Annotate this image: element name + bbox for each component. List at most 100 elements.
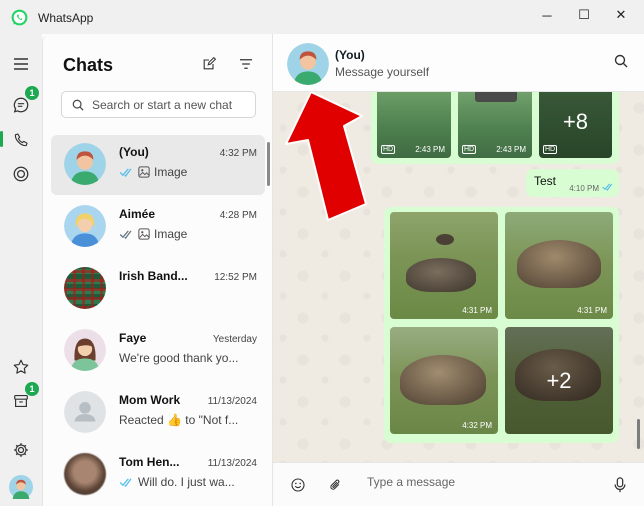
chats-unread-badge: 1 <box>25 86 39 100</box>
photo-album-bubble[interactable]: 4:31 PM 4:31 PM 4:32 PM +2 <box>384 207 619 443</box>
starred-nav-button[interactable] <box>6 352 36 382</box>
chat-preview-text: Will do. I just wa... <box>138 475 235 489</box>
chat-name: Mom Work <box>119 393 181 407</box>
chat-item-you[interactable]: (You) 4:32 PM Image <box>51 135 265 195</box>
left-rail: 1 1 <box>0 34 42 506</box>
chat-name: Aimée <box>119 207 156 221</box>
filter-button[interactable] <box>235 53 257 75</box>
double-check-icon <box>119 229 132 239</box>
calls-nav-button[interactable] <box>6 125 36 155</box>
tortoise-shape <box>406 258 476 292</box>
search-icon <box>72 99 84 111</box>
starred-icon <box>13 359 29 374</box>
chat-preview-text: We're good thank yo... <box>119 351 239 365</box>
message-composer <box>273 462 644 506</box>
album-photo[interactable]: HD 2:43 PM <box>458 86 532 158</box>
mic-icon <box>614 477 626 493</box>
album-photo-more[interactable]: +2 <box>505 327 613 434</box>
chat-preview: Will do. I just wa... <box>119 475 235 489</box>
album-bubble-top[interactable]: HD 2:43 PM HD 2:43 PM +8 HD <box>371 86 619 164</box>
conversation-header[interactable]: (You) Message yourself <box>273 34 644 92</box>
avatar <box>9 475 33 499</box>
chats-heading: Chats <box>63 55 114 75</box>
archived-nav-button[interactable]: 1 <box>6 382 39 416</box>
settings-nav-button[interactable] <box>6 435 36 465</box>
close-button[interactable]: ✕ <box>598 0 644 30</box>
attach-button[interactable] <box>325 475 345 495</box>
avatar[interactable] <box>287 43 329 85</box>
menu-button[interactable] <box>6 49 36 79</box>
contact-name: (You) <box>335 48 365 62</box>
chat-name: (You) <box>119 145 149 159</box>
text-message-bubble[interactable]: Test 4:10 PM <box>526 169 619 197</box>
album-photo[interactable]: 4:31 PM <box>505 212 613 319</box>
chat-time: 4:28 PM <box>219 210 257 221</box>
chat-time: 4:32 PM <box>219 148 257 159</box>
chat-list-scrollbar[interactable] <box>267 142 270 186</box>
avatar <box>64 205 106 247</box>
chat-name: Tom Hen... <box>119 455 180 469</box>
chat-preview-text: Image <box>154 227 188 241</box>
contact-subtitle: Message yourself <box>335 65 430 79</box>
chat-item-tom[interactable]: Tom Hen... 11/13/2024 Will do. I just wa… <box>51 445 265 505</box>
hd-badge: HD <box>543 145 558 154</box>
chat-item-aimee[interactable]: Aimée 4:28 PM Image <box>51 197 265 257</box>
chat-name: Irish Band... <box>119 269 188 283</box>
hd-badge: HD <box>381 145 396 154</box>
chat-item-faye[interactable]: Faye Yesterday We're good thank yo... <box>51 321 265 381</box>
chat-preview: Image <box>119 227 187 241</box>
title-bar: WhatsApp ─ ☐ ✕ <box>0 0 644 34</box>
album-photo[interactable]: HD 2:43 PM <box>377 86 451 158</box>
new-chat-icon <box>203 56 217 70</box>
chat-preview-text: Reacted 👍 to "Not f... <box>119 413 239 427</box>
voice-message-button[interactable] <box>610 475 630 495</box>
chat-preview-text: Image <box>154 165 188 179</box>
menu-icon <box>14 58 28 70</box>
calls-icon <box>14 133 28 147</box>
search-box[interactable] <box>61 91 256 118</box>
search-input[interactable] <box>92 97 252 112</box>
chats-nav-button[interactable]: 1 <box>6 86 39 120</box>
more-photos-count: +2 <box>505 327 613 434</box>
avatar <box>64 329 106 371</box>
message-time: 4:10 PM <box>569 184 599 193</box>
archived-unread-badge: 1 <box>25 382 39 396</box>
app-title: WhatsApp <box>38 11 94 25</box>
avatar <box>64 143 106 185</box>
chat-preview: Reacted 👍 to "Not f... <box>119 413 238 427</box>
album-photo[interactable]: 4:31 PM <box>390 212 498 319</box>
attach-icon <box>329 479 339 490</box>
photo-timestamp: 4:32 PM <box>462 421 492 430</box>
chat-time: 12:52 PM <box>214 272 257 283</box>
double-check-icon <box>119 477 132 487</box>
whatsapp-logo-icon <box>11 9 28 26</box>
search-icon[interactable] <box>614 54 628 68</box>
chat-item-irish-band[interactable]: Irish Band... 12:52 PM <box>51 259 265 319</box>
filter-icon <box>240 59 252 69</box>
message-input[interactable] <box>367 475 587 489</box>
image-icon <box>138 228 150 240</box>
emoji-icon <box>291 478 305 492</box>
image-icon <box>138 166 150 178</box>
status-nav-button[interactable] <box>6 159 36 189</box>
chat-list-panel: Chats (You) 4:32 PM Image Aimée 4:28 PM <box>42 34 273 506</box>
album-photo[interactable]: 4:32 PM <box>390 327 498 434</box>
double-check-icon <box>602 183 613 191</box>
chat-preview: We're good thank yo... <box>119 351 238 365</box>
emoji-button[interactable] <box>288 475 308 495</box>
tortoise-shape <box>517 240 601 288</box>
album-photo-more[interactable]: +8 HD <box>539 86 612 158</box>
avatar <box>64 267 106 309</box>
double-check-icon <box>119 167 132 177</box>
chat-time: 11/13/2024 <box>207 458 257 469</box>
photo-timestamp: 2:43 PM <box>415 145 445 154</box>
tortoise-shape <box>436 234 454 245</box>
chat-item-mom-work[interactable]: Mom Work 11/13/2024 Reacted 👍 to "Not f.… <box>51 383 265 443</box>
status-icon <box>13 166 29 182</box>
new-chat-button[interactable] <box>198 53 220 75</box>
red-arrow-annotation <box>285 92 367 221</box>
avatar <box>64 391 106 433</box>
conversation-scrollbar[interactable] <box>637 419 640 449</box>
profile-button[interactable] <box>6 472 36 502</box>
tortoise-shape <box>400 355 486 405</box>
